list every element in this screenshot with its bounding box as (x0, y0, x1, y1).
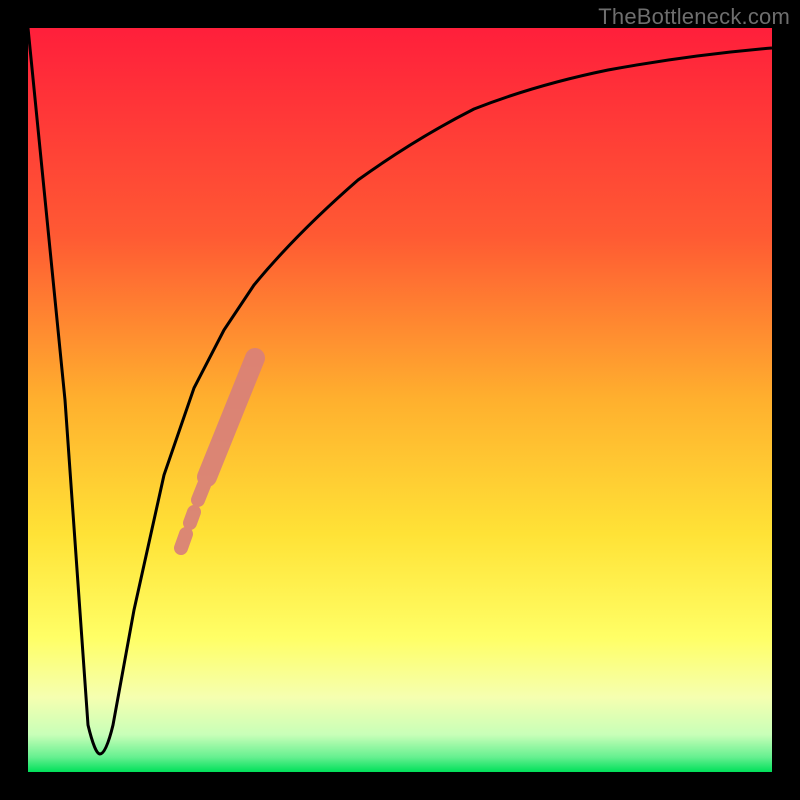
bottleneck-chart-svg (0, 0, 800, 800)
chart-container: TheBottleneck.com (0, 0, 800, 800)
plot-background (28, 28, 772, 772)
watermark-text: TheBottleneck.com (598, 4, 790, 30)
